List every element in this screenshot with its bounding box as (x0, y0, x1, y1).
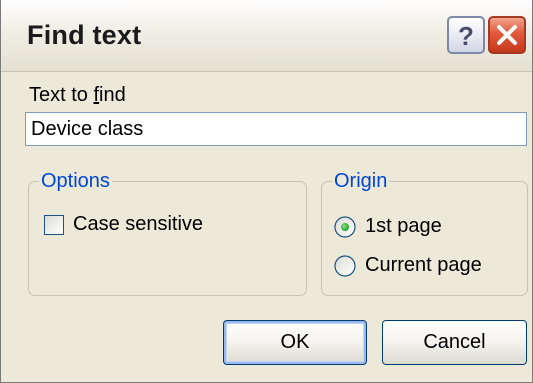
first-page-radio[interactable] (334, 216, 356, 238)
help-icon: ? (458, 21, 474, 51)
current-page-radio[interactable] (334, 255, 356, 277)
first-page-label[interactable]: 1st page (365, 215, 442, 238)
label-suffix: ind (99, 84, 126, 106)
radio-unselected-icon (334, 255, 356, 277)
title-bar[interactable]: Find text ? (1, 0, 532, 72)
origin-group: Origin (321, 170, 528, 296)
svg-text:?: ? (458, 21, 474, 51)
dialog-title: Find text (27, 20, 142, 50)
text-to-find-label: Text to find (29, 84, 126, 107)
cancel-button[interactable]: Cancel (382, 320, 527, 365)
case-sensitive-checkbox[interactable] (44, 215, 64, 235)
close-icon (497, 25, 517, 45)
radio-selected-icon (334, 216, 356, 238)
options-group: Options (28, 170, 307, 296)
ok-button[interactable]: OK (223, 320, 367, 365)
close-button[interactable] (488, 16, 526, 54)
find-text-input[interactable] (25, 112, 527, 146)
label-prefix: Text to (29, 84, 94, 106)
find-text-dialog: Find text ? Text to find Options Case se… (0, 0, 533, 383)
current-page-label[interactable]: Current page (365, 254, 482, 277)
case-sensitive-label[interactable]: Case sensitive (73, 213, 203, 236)
origin-legend: Origin (332, 170, 390, 193)
options-legend: Options (39, 170, 112, 193)
help-button[interactable]: ? (447, 16, 485, 54)
